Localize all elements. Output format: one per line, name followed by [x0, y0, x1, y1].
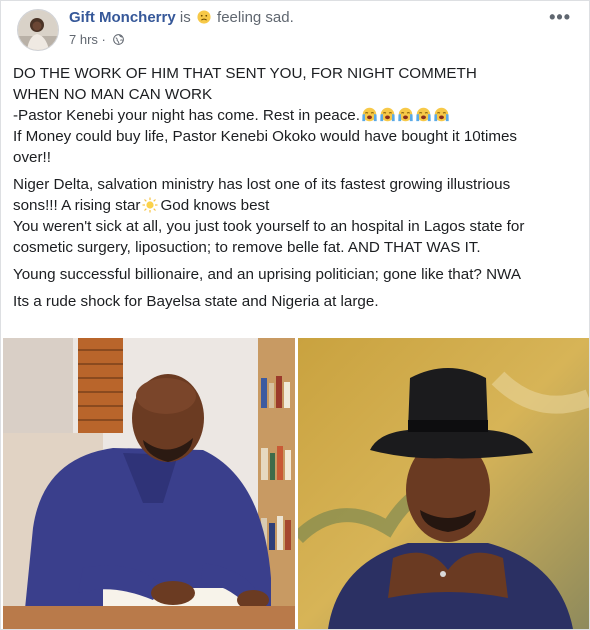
post-text-line: Its a rude shock for Bayelsa state and N… — [13, 293, 379, 310]
post-text-line: DO THE WORK OF HIM THAT SENT YOU, FOR NI… — [13, 65, 477, 82]
paragraph-1: DO THE WORK OF HIM THAT SENT YOU, FOR NI… — [13, 63, 579, 168]
post-text-line: You weren't sick at all, you just took y… — [13, 218, 525, 235]
post-text-line: -Pastor Kenebi your night has come. Rest… — [13, 105, 579, 126]
man-in-black-hat-photo — [298, 338, 589, 629]
post-timestamp[interactable]: 7 hrs — [69, 32, 98, 47]
post-text-line: If Money could buy life, Pastor Kenebi O… — [13, 128, 518, 145]
loudly-crying-face-icon — [434, 107, 449, 122]
man-signing-document-photo — [3, 338, 295, 629]
post-text-segment: God knows best — [160, 197, 270, 214]
sad-face-icon — [197, 10, 211, 24]
paragraph-2: Niger Delta, salvation ministry has lost… — [13, 174, 579, 258]
paragraph-4: Its a rude shock for Bayelsa state and N… — [13, 291, 579, 312]
post-text-line: Young successful billionaire, and an upr… — [13, 266, 521, 283]
photo-right[interactable] — [298, 338, 589, 629]
globe-icon[interactable] — [113, 34, 125, 45]
author-avatar[interactable] — [17, 9, 59, 51]
post-text-segment: sons!!! A rising star — [13, 197, 141, 214]
post-text-line: WHEN NO MAN CAN WORK — [13, 86, 213, 103]
crying-emoji-group — [360, 107, 450, 124]
feeling-label[interactable]: feeling sad. — [217, 9, 294, 26]
more-options-icon[interactable]: ••• — [549, 7, 571, 28]
loudly-crying-face-icon — [362, 107, 377, 122]
post-meta: 7 hrs · — [69, 32, 125, 47]
post-header: Gift Moncherry is feeling sad. 7 hrs · •… — [13, 7, 577, 51]
status-prefix: is — [179, 9, 191, 26]
facebook-post: Gift Moncherry is feeling sad. 7 hrs · •… — [0, 0, 590, 630]
loudly-crying-face-icon — [416, 107, 431, 122]
post-text-line: Niger Delta, salvation ministry has lost… — [13, 176, 511, 193]
post-text-line: cosmetic surgery, liposuction; to remove… — [13, 239, 481, 256]
photo-left[interactable] — [3, 338, 295, 629]
loudly-crying-face-icon — [398, 107, 413, 122]
loudly-crying-face-icon — [380, 107, 395, 122]
post-body: DO THE WORK OF HIM THAT SENT YOU, FOR NI… — [13, 63, 579, 318]
post-text-line: -Pastor Kenebi your night has come. Rest… — [13, 107, 360, 124]
post-text-line: over!! — [13, 149, 51, 166]
author-name[interactable]: Gift Moncherry — [69, 9, 176, 26]
author-line: Gift Moncherry is feeling sad. — [69, 9, 294, 26]
paragraph-3: Young successful billionaire, and an upr… — [13, 264, 579, 285]
glowing-star-icon — [142, 197, 158, 213]
photo-grid — [3, 338, 589, 629]
post-text-line: sons!!! A rising star God knows best — [13, 195, 579, 216]
